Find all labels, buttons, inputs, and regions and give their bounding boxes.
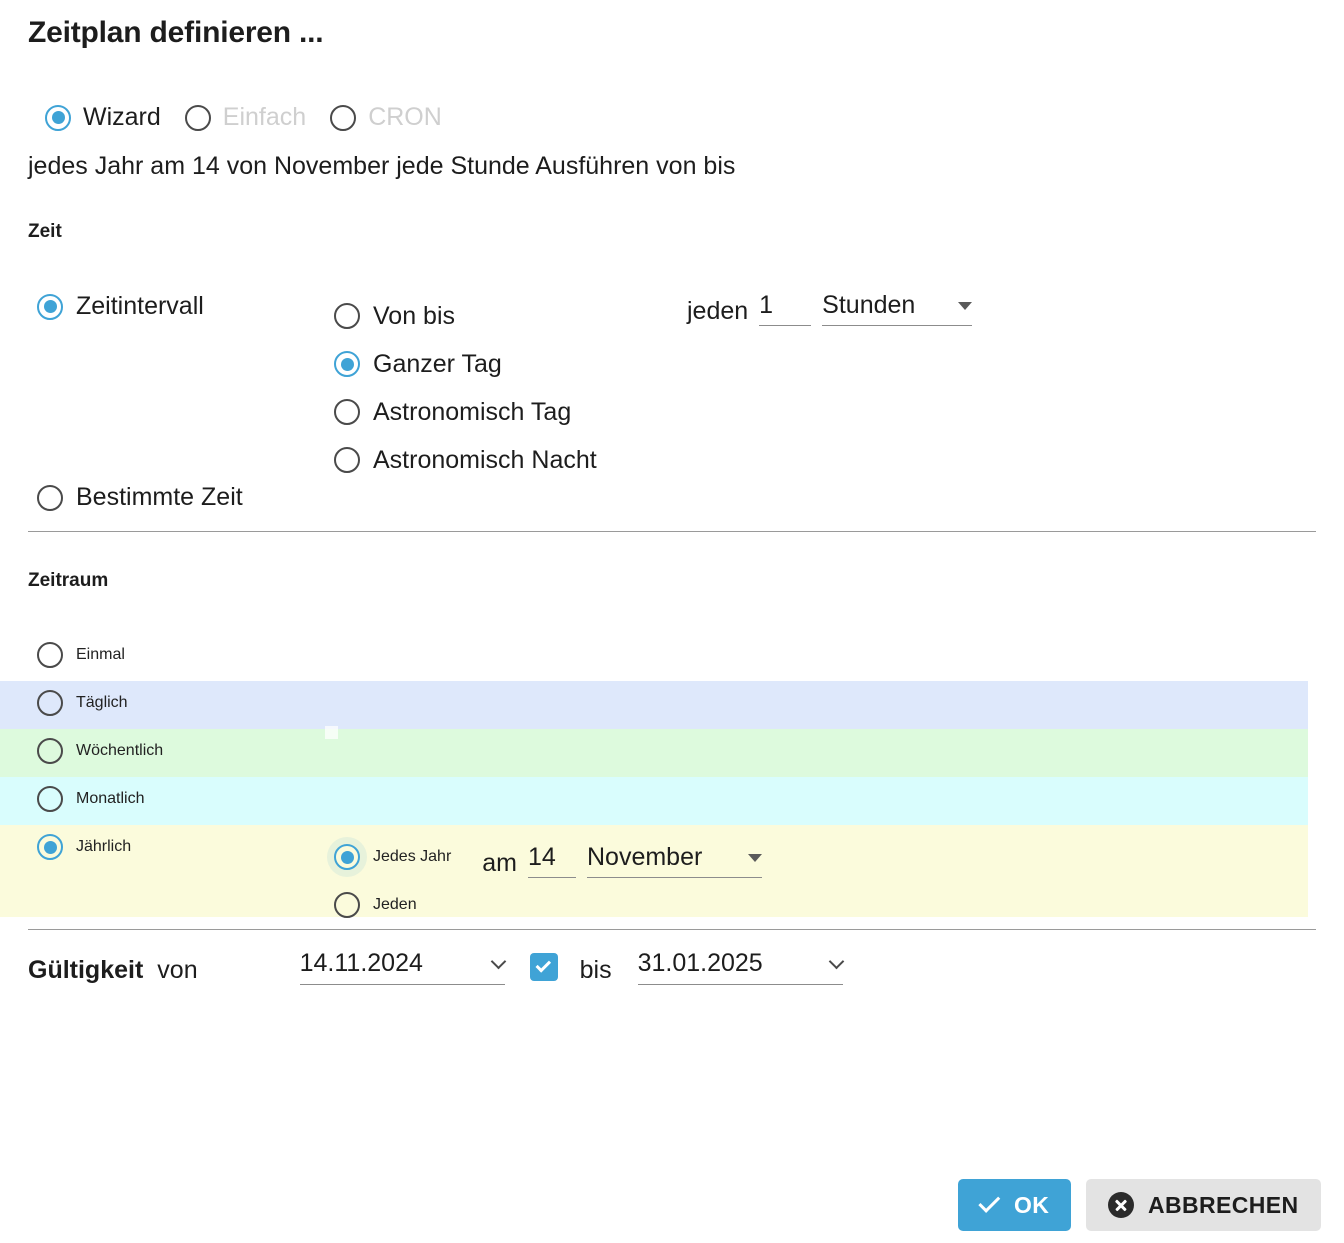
zeitraum-row-taeglich[interactable]: Täglich — [0, 681, 1308, 729]
zeit-sub-options: Von bis Ganzer Tag Astronomisch Tag Astr… — [334, 292, 597, 484]
jaehrlich-sub-options: Jedes Jahr am November Jeden — [334, 833, 762, 929]
mode-option-wizard[interactable]: Wizard — [45, 103, 161, 132]
radio-jeden-icon[interactable] — [334, 892, 360, 918]
validity-to-date-picker[interactable]: 31.01.2025 — [637, 948, 843, 985]
option-monatlich[interactable]: Monatlich — [37, 786, 144, 812]
radio-ganzer-tag-icon[interactable] — [334, 351, 360, 377]
radio-cron-icon[interactable] — [330, 104, 357, 131]
validity-label: Gültigkeit — [28, 956, 144, 984]
yearly-day-input[interactable] — [528, 842, 576, 878]
label-monatlich: Monatlich — [76, 790, 145, 807]
page-title: Zeitplan definieren ... — [28, 16, 324, 49]
label-taeglich: Täglich — [76, 694, 128, 711]
radio-zeitintervall-icon[interactable] — [37, 293, 63, 320]
option-zeitintervall[interactable]: Zeitintervall — [37, 292, 204, 321]
option-woechentlich[interactable]: Wöchentlich — [37, 738, 163, 764]
divider-zeit — [28, 531, 1316, 532]
zeitraum-row-jaehrlich[interactable]: Jährlich Jedes Jahr am November Jeden — [0, 825, 1308, 918]
render-artifact — [325, 726, 338, 739]
yearly-am-label: am — [482, 849, 517, 877]
option-jedes-jahr-row: Jedes Jahr am November — [334, 833, 762, 881]
label-bestimmte-zeit: Bestimmte Zeit — [76, 483, 243, 511]
option-von-bis[interactable]: Von bis — [334, 292, 597, 340]
chevron-down-icon — [492, 956, 505, 969]
ok-button[interactable]: OK — [958, 1179, 1072, 1231]
zeitraum-row-einmal[interactable]: Einmal — [0, 633, 1308, 681]
mode-selector: Wizard Einfach CRON — [45, 103, 442, 132]
radio-jedes-jahr-icon[interactable] — [334, 844, 360, 870]
mode-label-einfach: Einfach — [222, 103, 307, 131]
option-einmal[interactable]: Einmal — [37, 642, 125, 668]
chevron-down-icon — [830, 956, 843, 969]
validity-from-date-value: 14.11.2024 — [299, 949, 423, 977]
interval-unit-select[interactable]: Stunden — [822, 290, 973, 326]
label-ganzer-tag: Ganzer Tag — [373, 349, 502, 378]
validity-to-label: bis — [579, 956, 612, 984]
label-von-bis: Von bis — [373, 301, 456, 330]
interval-group: jeden Stunden — [687, 290, 973, 326]
radio-woechentlich-icon[interactable] — [37, 738, 63, 764]
schedule-dialog: Zeitplan definieren ... Wizard Einfach C… — [0, 0, 1344, 1243]
validity-from-label: von — [157, 956, 198, 984]
check-icon — [535, 957, 551, 973]
radio-einmal-icon[interactable] — [37, 642, 63, 668]
cancel-button[interactable]: ABBRECHEN — [1086, 1179, 1321, 1231]
option-astronomisch-tag[interactable]: Astronomisch Tag — [334, 388, 597, 436]
check-icon — [978, 1190, 1001, 1213]
label-jeden: Jeden — [373, 896, 417, 913]
validity-to-date-value: 31.01.2025 — [637, 949, 763, 977]
option-jaehrlich[interactable]: Jährlich — [37, 834, 131, 860]
radio-monatlich-icon[interactable] — [37, 786, 63, 812]
section-heading-zeit: Zeit — [28, 221, 62, 242]
option-jeden-row[interactable]: Jeden — [334, 881, 762, 929]
close-circle-icon — [1108, 1192, 1134, 1218]
section-heading-zeitraum: Zeitraum — [28, 570, 109, 591]
label-woechentlich: Wöchentlich — [76, 742, 164, 759]
option-ganzer-tag[interactable]: Ganzer Tag — [334, 340, 597, 388]
ok-button-label: OK — [1014, 1191, 1050, 1218]
radio-taeglich-icon[interactable] — [37, 690, 63, 716]
label-jaehrlich: Jährlich — [76, 838, 132, 855]
label-einmal: Einmal — [76, 646, 125, 663]
mode-option-cron[interactable]: CRON — [330, 103, 442, 132]
divider-zeitraum — [28, 929, 1316, 930]
validity-row: Gültigkeit von 14.11.2024 bis 31.01.2025 — [28, 948, 843, 985]
interval-prefix-label: jeden — [687, 297, 749, 325]
label-astronomisch-tag: Astronomisch Tag — [373, 397, 572, 426]
interval-count-input[interactable] — [759, 290, 812, 326]
mode-option-einfach[interactable]: Einfach — [184, 103, 307, 132]
validity-to-checkbox[interactable] — [529, 953, 558, 981]
yearly-month-value: November — [587, 843, 703, 871]
yearly-date-group: am November — [482, 842, 762, 878]
mode-label-wizard: Wizard — [83, 103, 161, 131]
radio-jaehrlich-icon[interactable] — [37, 834, 63, 860]
cancel-button-label: ABBRECHEN — [1148, 1191, 1299, 1218]
option-taeglich[interactable]: Täglich — [37, 690, 128, 716]
radio-astronomisch-tag-icon[interactable] — [334, 399, 360, 425]
validity-from-date-picker[interactable]: 14.11.2024 — [299, 948, 505, 985]
schedule-summary-text: jedes Jahr am 14 von November jede Stund… — [28, 152, 736, 180]
radio-bestimmte-zeit-icon[interactable] — [37, 484, 63, 511]
option-astronomisch-nacht[interactable]: Astronomisch Nacht — [334, 436, 597, 484]
label-astronomisch-nacht: Astronomisch Nacht — [373, 445, 597, 474]
mode-label-cron: CRON — [368, 103, 442, 131]
chevron-down-icon — [958, 302, 973, 310]
yearly-month-select[interactable]: November — [587, 842, 762, 878]
radio-astronomisch-nacht-icon[interactable] — [334, 447, 360, 473]
radio-wizard-icon[interactable] — [45, 104, 71, 131]
zeitraum-row-woechentlich[interactable]: Wöchentlich — [0, 729, 1308, 777]
zeitraum-row-monatlich[interactable]: Monatlich — [0, 777, 1308, 825]
chevron-down-icon — [748, 854, 762, 862]
radio-von-bis-icon[interactable] — [334, 303, 360, 329]
label-jedes-jahr: Jedes Jahr — [373, 848, 452, 865]
interval-unit-value: Stunden — [822, 291, 916, 319]
label-zeitintervall: Zeitintervall — [76, 292, 204, 320]
option-bestimmte-zeit[interactable]: Bestimmte Zeit — [37, 483, 243, 512]
dialog-footer: OK ABBRECHEN — [0, 1179, 1344, 1243]
radio-einfach-icon[interactable] — [184, 104, 211, 131]
